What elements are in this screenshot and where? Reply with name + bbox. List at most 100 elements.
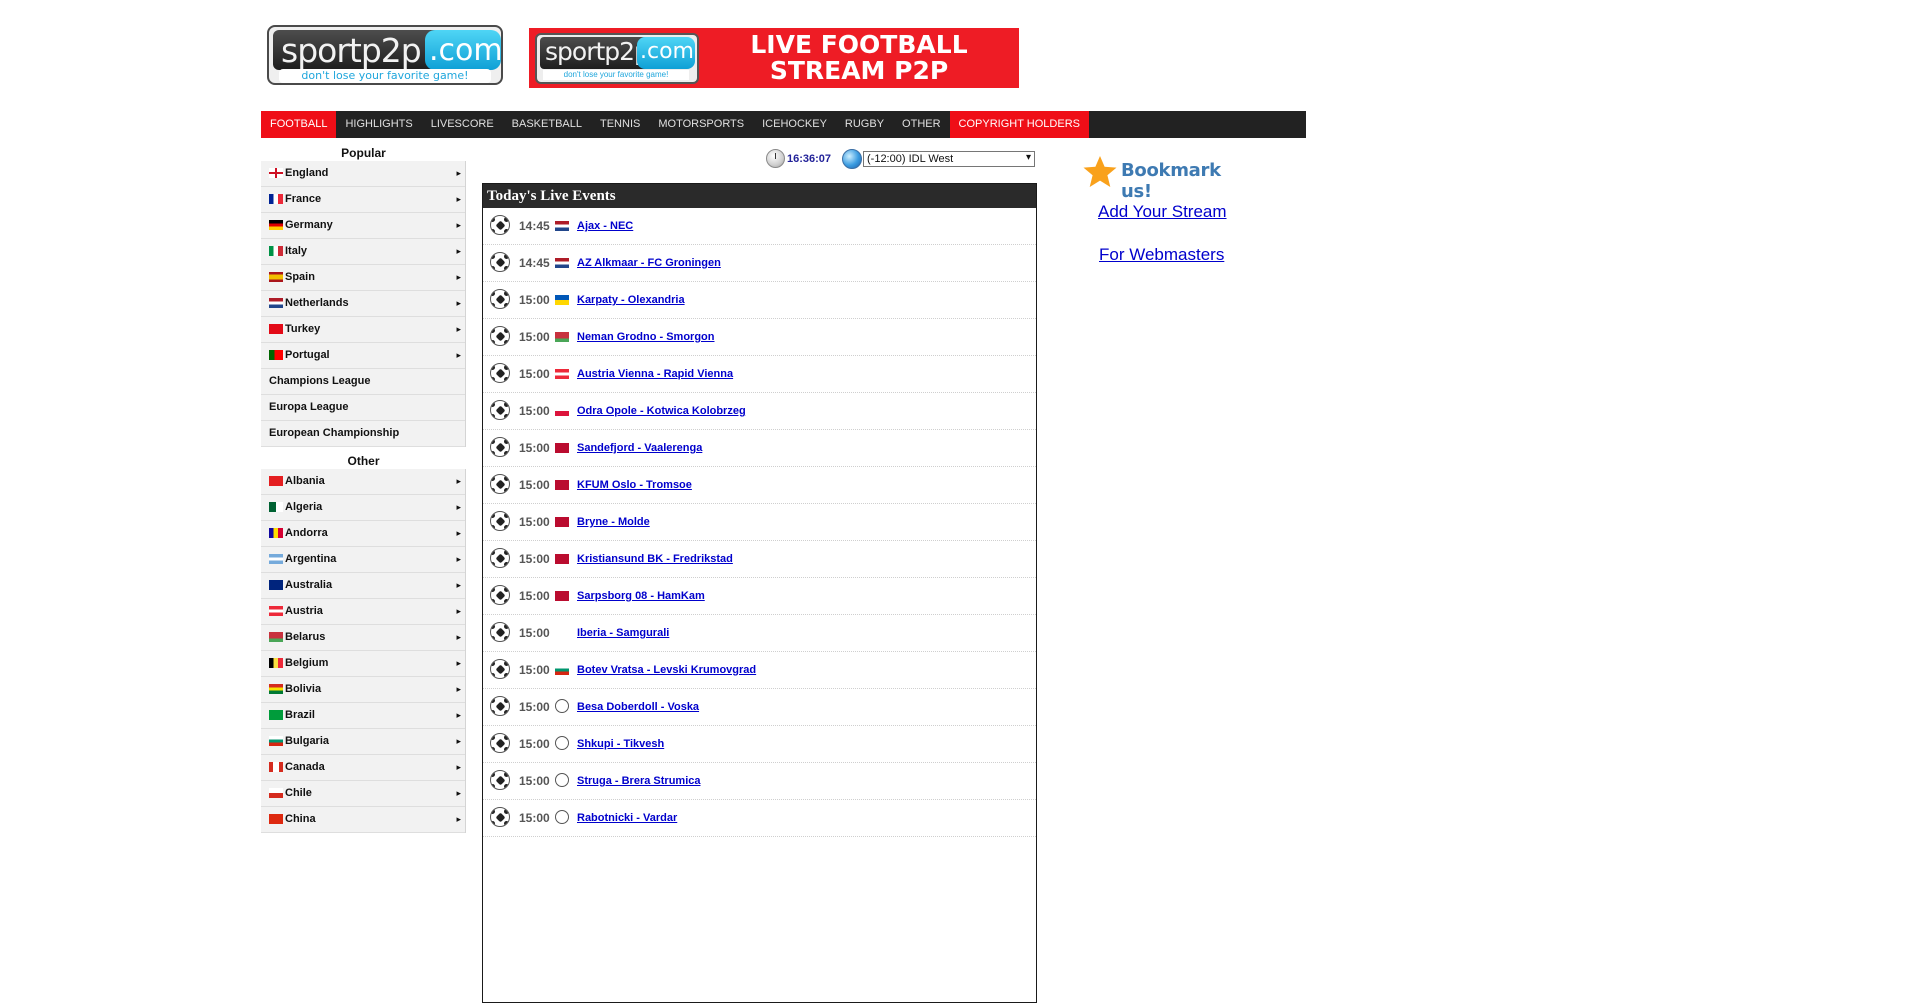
event-row: 15:00 Botev Vratsa - Levski Krumovgrad	[483, 652, 1036, 689]
event-link[interactable]: Karpaty - Olexandria	[577, 294, 685, 306]
sidebar-item-spain[interactable]: Spain ▸	[261, 265, 465, 291]
flag-icon	[555, 295, 569, 305]
football-icon	[490, 252, 510, 272]
event-link[interactable]: Iberia - Samgurali	[577, 627, 669, 639]
sidebar-item-bolivia[interactable]: Bolivia ▸	[261, 677, 465, 703]
flag-icon	[555, 443, 569, 453]
event-row: 15:00 Karpaty - Olexandria	[483, 282, 1036, 319]
football-icon	[490, 807, 510, 827]
webmasters-link[interactable]: For Webmasters	[1099, 245, 1224, 265]
bookmark-button[interactable]: Bookmark us!	[1082, 155, 1237, 202]
event-link[interactable]: Bryne - Molde	[577, 516, 650, 528]
sidebar-item-portugal[interactable]: Portugal ▸	[261, 343, 465, 369]
nav-item-tennis[interactable]: TENNIS	[591, 111, 649, 138]
event-link[interactable]: Shkupi - Tikvesh	[577, 738, 664, 750]
site-logo[interactable]: sportp2p .com don't lose your favorite g…	[267, 25, 503, 85]
sidebar-item-albania[interactable]: Albania ▸	[261, 469, 465, 495]
event-link[interactable]: Sarpsborg 08 - HamKam	[577, 590, 705, 602]
football-icon	[490, 400, 510, 420]
nav-item-basketball[interactable]: BASKETBALL	[503, 111, 591, 138]
event-row: 15:00 Austria Vienna - Rapid Vienna	[483, 356, 1036, 393]
event-link[interactable]: Ajax - NEC	[577, 220, 633, 232]
event-link[interactable]: Austria Vienna - Rapid Vienna	[577, 368, 733, 380]
event-link[interactable]: Kristiansund BK - Fredrikstad	[577, 553, 733, 565]
sidebar-item-andorra[interactable]: Andorra ▸	[261, 521, 465, 547]
event-link[interactable]: AZ Alkmaar - FC Groningen	[577, 257, 721, 269]
banner-logo-text: sportp2p	[545, 37, 650, 66]
sidebar-item-turkey[interactable]: Turkey ▸	[261, 317, 465, 343]
arrow-right-icon: ▸	[456, 684, 461, 694]
sidebar-item-champions-league[interactable]: Champions League	[261, 369, 465, 395]
flag-icon	[269, 272, 283, 282]
event-row: 15:00 Iberia - Samgurali	[483, 615, 1036, 652]
sidebar-item-canada[interactable]: Canada ▸	[261, 755, 465, 781]
timezone-select[interactable]: (-12:00) IDL West ▾	[863, 151, 1035, 167]
football-icon	[490, 659, 510, 679]
nav-item-other[interactable]: OTHER	[893, 111, 950, 138]
other-list: Albania ▸ Algeria ▸ Andorra ▸ Argentina ▸ Austra…	[261, 469, 466, 833]
sidebar-item-chile[interactable]: Chile ▸	[261, 781, 465, 807]
sidebar-item-bulgaria[interactable]: Bulgaria ▸	[261, 729, 465, 755]
event-link[interactable]: Rabotnicki - Vardar	[577, 812, 677, 824]
event-time: 14:45	[519, 219, 550, 233]
event-row: 14:45 AZ Alkmaar - FC Groningen	[483, 245, 1036, 282]
nav-item-icehockey[interactable]: ICEHOCKEY	[753, 111, 836, 138]
event-link[interactable]: Struga - Brera Strumica	[577, 775, 700, 787]
football-icon	[490, 585, 510, 605]
nav-item-football[interactable]: FOOTBALL	[261, 111, 337, 138]
football-icon	[490, 437, 510, 457]
sidebar-item-netherlands[interactable]: Netherlands ▸	[261, 291, 465, 317]
event-link[interactable]: Sandefjord - Vaalerenga	[577, 442, 702, 454]
other-title: Other	[347, 454, 380, 468]
nav-item-livescore[interactable]: LIVESCORE	[422, 111, 503, 138]
world-football-icon	[555, 810, 569, 824]
sidebar-item-brazil[interactable]: Brazil ▸	[261, 703, 465, 729]
sidebar-item-algeria[interactable]: Algeria ▸	[261, 495, 465, 521]
sidebar-item-australia[interactable]: Australia ▸	[261, 573, 465, 599]
arrow-right-icon: ▸	[456, 580, 461, 590]
flag-icon	[555, 369, 569, 379]
nav-item-motorsports[interactable]: MOTORSPORTS	[649, 111, 753, 138]
sidebar-item-china[interactable]: China ▸	[261, 807, 465, 833]
event-time: 15:00	[519, 700, 550, 714]
event-link[interactable]: Neman Grodno - Smorgon	[577, 331, 715, 343]
flag-icon	[555, 517, 569, 527]
event-row: 15:00 Bryne - Molde	[483, 504, 1036, 541]
event-link[interactable]: Botev Vratsa - Levski Krumovgrad	[577, 664, 756, 676]
event-time: 15:00	[519, 737, 550, 751]
flag-icon	[269, 684, 283, 694]
sidebar-item-austria[interactable]: Austria ▸	[261, 599, 465, 625]
event-link[interactable]: Besa Doberdoll - Voska	[577, 701, 699, 713]
flag-icon	[269, 658, 283, 668]
nav-item-copyright-holders[interactable]: COPYRIGHT HOLDERS	[949, 111, 1089, 138]
event-time: 15:00	[519, 441, 550, 455]
event-row: 14:45 Ajax - NEC	[483, 208, 1036, 245]
sidebar-item-belarus[interactable]: Belarus ▸	[261, 625, 465, 651]
event-link[interactable]: Odra Opole - Kotwica Kolobrzeg	[577, 405, 746, 417]
flag-icon	[269, 528, 283, 538]
popular-title: Popular	[341, 146, 386, 160]
sidebar-item-label: Netherlands	[285, 297, 349, 309]
sidebar-item-belgium[interactable]: Belgium ▸	[261, 651, 465, 677]
flag-icon	[269, 788, 283, 798]
sidebar-item-europa-league[interactable]: Europa League	[261, 395, 465, 421]
sidebar-item-label: Belgium	[285, 657, 329, 669]
sidebar-item-germany[interactable]: Germany ▸	[261, 213, 465, 239]
event-time: 15:00	[519, 589, 550, 603]
sidebar-item-france[interactable]: France ▸	[261, 187, 465, 213]
event-time: 15:00	[519, 552, 550, 566]
sidebar-item-european-championship[interactable]: European Championship	[261, 421, 465, 447]
sidebar-item-italy[interactable]: Italy ▸	[261, 239, 465, 265]
arrow-right-icon: ▸	[456, 298, 461, 308]
nav-item-highlights[interactable]: HIGHLIGHTS	[336, 111, 421, 138]
sidebar-item-argentina[interactable]: Argentina ▸	[261, 547, 465, 573]
sidebar-item-label: England	[285, 167, 329, 179]
football-icon	[490, 215, 510, 235]
event-link[interactable]: KFUM Oslo - Tromsoe	[577, 479, 692, 491]
sidebar-item-label: China	[285, 813, 316, 825]
add-stream-link[interactable]: Add Your Stream	[1098, 202, 1227, 222]
header-banner[interactable]: sportp2p .com don't lose your favorite g…	[529, 28, 1019, 88]
flag-icon	[555, 628, 569, 638]
nav-item-rugby[interactable]: RUGBY	[836, 111, 893, 138]
sidebar-item-england[interactable]: England ▸	[261, 161, 465, 187]
